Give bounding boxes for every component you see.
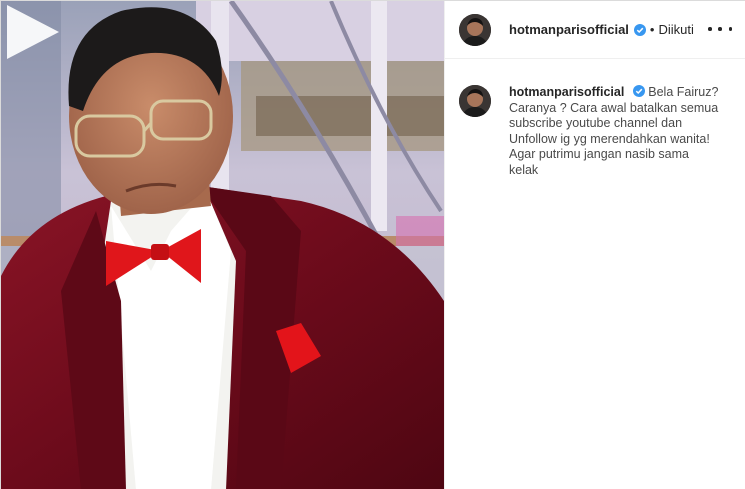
author-username[interactable]: hotmanparisofficial	[509, 22, 629, 37]
caption-author-avatar[interactable]	[459, 85, 491, 117]
post-video[interactable]	[1, 1, 444, 489]
avatar-image	[459, 13, 491, 46]
verified-badge-icon	[632, 85, 645, 97]
more-options-icon[interactable]	[708, 20, 732, 38]
post-side-panel: hotmanparisofficial • Diikuti hotmanpari…	[444, 1, 745, 489]
more-options-dot	[718, 27, 722, 31]
instagram-post: hotmanparisofficial • Diikuti hotmanpari…	[0, 0, 745, 489]
more-options-dot	[708, 27, 712, 31]
post-caption: hotmanparisofficial Bela Fairuz? Caranya…	[445, 59, 745, 178]
more-options-dot	[728, 27, 732, 31]
verified-badge-icon	[633, 23, 646, 36]
video-frame	[1, 1, 444, 489]
caption-username[interactable]: hotmanparisofficial	[509, 85, 624, 99]
avatar-image	[459, 85, 491, 117]
author-avatar[interactable]	[459, 13, 491, 46]
caption-body: hotmanparisofficial Bela Fairuz? Caranya…	[509, 85, 732, 178]
follow-status[interactable]: Diikuti	[658, 22, 693, 37]
post-header: hotmanparisofficial • Diikuti	[445, 1, 745, 59]
play-icon[interactable]	[1, 1, 63, 63]
follow-separator: •	[649, 22, 655, 37]
